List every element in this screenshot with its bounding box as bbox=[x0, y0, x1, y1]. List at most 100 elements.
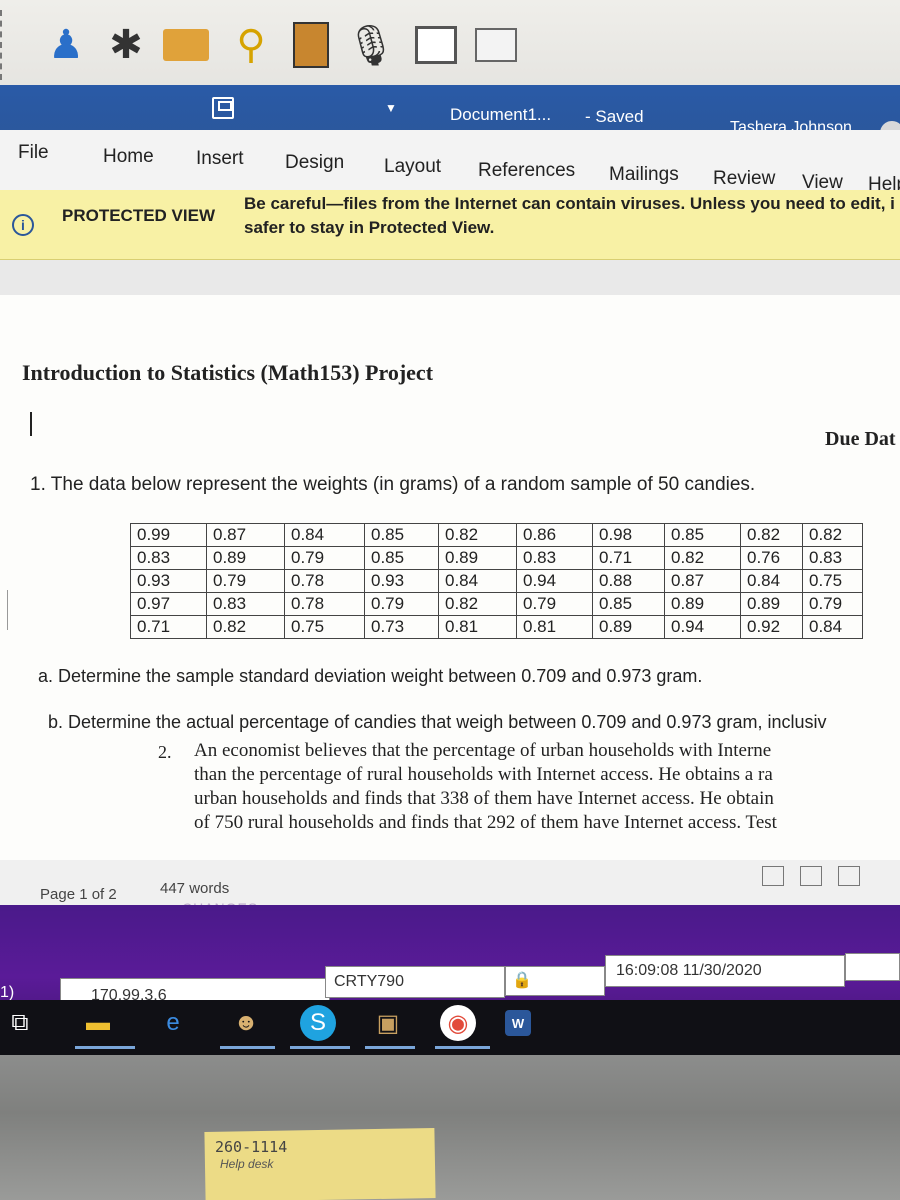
user-icon[interactable]: ♟ bbox=[40, 15, 92, 75]
taskbar-indicator bbox=[75, 1046, 135, 1049]
read-mode-icon[interactable] bbox=[762, 866, 784, 886]
protected-view-message-line2: safer to stay in Protected View. bbox=[244, 218, 495, 237]
table-cell: 0.73 bbox=[364, 615, 439, 639]
margin-marker bbox=[0, 590, 8, 630]
candy-weights-table: 0.99 0.87 0.84 0.85 0.82 0.86 0.98 0.85 0.82 0.82… bbox=[130, 523, 863, 639]
chrome-icon[interactable]: ◉ bbox=[440, 1005, 476, 1041]
table-cell: 0.94 bbox=[516, 569, 593, 593]
lock-icon: 🔒 bbox=[512, 972, 532, 989]
table-cell: 0.79 bbox=[516, 592, 593, 616]
chart-icon[interactable] bbox=[470, 15, 522, 75]
microphone-icon[interactable]: 🎙 bbox=[345, 15, 397, 75]
table-cell: 0.84 bbox=[438, 569, 517, 593]
table-cell: 0.75 bbox=[802, 569, 863, 593]
question-1-text: 1. The data below represent the weights … bbox=[30, 474, 756, 495]
table-cell: 0.89 bbox=[438, 546, 517, 570]
status-bar: Page 1 of 2 447 words ΓΓ† CHANGES bbox=[0, 860, 900, 918]
info-icon: i bbox=[12, 214, 34, 236]
question-1a-text: a. Determine the sample standard deviati… bbox=[38, 666, 703, 686]
tab-home[interactable]: Home bbox=[103, 146, 154, 168]
table-cell: 0.82 bbox=[206, 615, 285, 639]
file-explorer-icon[interactable]: ▬ bbox=[80, 1005, 116, 1041]
tab-file[interactable]: File bbox=[18, 142, 49, 164]
table-cell: 0.79 bbox=[284, 546, 365, 570]
table-cell: 0.98 bbox=[592, 523, 665, 547]
tab-design[interactable]: Design bbox=[285, 152, 344, 174]
protected-view-bar: i PROTECTED VIEW Be careful—files from t… bbox=[0, 190, 900, 260]
web-layout-icon[interactable] bbox=[838, 866, 860, 886]
tab-insert[interactable]: Insert bbox=[196, 148, 244, 170]
table-cell: 0.84 bbox=[802, 615, 863, 639]
table-cell: 0.87 bbox=[664, 569, 741, 593]
tab-layout[interactable]: Layout bbox=[384, 156, 441, 178]
ribbon-tabs: File Home Insert Design Layout Reference… bbox=[0, 130, 900, 195]
save-icon[interactable] bbox=[212, 97, 234, 119]
due-date-label: Due Dat bbox=[825, 428, 896, 450]
table-cell: 0.83 bbox=[802, 546, 863, 570]
task-view-icon[interactable]: ⧉ bbox=[2, 1005, 38, 1041]
table-cell: 0.84 bbox=[740, 569, 803, 593]
table-cell: 0.86 bbox=[516, 523, 593, 547]
word-count[interactable]: 447 words bbox=[160, 880, 229, 897]
table-cell: 0.81 bbox=[438, 615, 517, 639]
table-cell: 0.93 bbox=[130, 569, 207, 593]
skype-icon[interactable]: S bbox=[300, 1005, 336, 1041]
tree-icon[interactable]: ✱ bbox=[100, 15, 152, 75]
taskbar-indicator bbox=[220, 1046, 275, 1049]
table-cell: 0.83 bbox=[206, 592, 285, 616]
table-row: 0.83 0.89 0.79 0.85 0.89 0.83 0.71 0.82 0.76 0.83 bbox=[130, 546, 863, 570]
page-count[interactable]: Page 1 of 2 bbox=[40, 886, 117, 903]
table-row: 0.97 0.83 0.78 0.79 0.82 0.79 0.85 0.89 0.89 0.79 bbox=[130, 592, 863, 616]
protected-view-message-line1: Be careful—files from the Internet can c… bbox=[244, 194, 895, 213]
table-cell: 0.89 bbox=[592, 615, 665, 639]
table-cell: 0.82 bbox=[438, 523, 517, 547]
word-icon[interactable]: W bbox=[505, 1010, 531, 1036]
sticky-note-label: Help desk bbox=[220, 1157, 274, 1171]
taskbar-indicator bbox=[435, 1046, 490, 1049]
search-icon[interactable]: ⚲ bbox=[225, 15, 277, 75]
table-cell: 0.71 bbox=[592, 546, 665, 570]
table-cell: 0.82 bbox=[438, 592, 517, 616]
document-name: Document1... bbox=[450, 105, 552, 124]
save-status: - Saved bbox=[585, 107, 644, 126]
whiteboard-icon[interactable] bbox=[410, 15, 462, 75]
taskbar-indicator bbox=[290, 1046, 350, 1049]
tab-mailings[interactable]: Mailings bbox=[609, 164, 679, 186]
quick-access-dropdown-icon[interactable]: ▼ bbox=[385, 101, 397, 115]
document-icon[interactable] bbox=[285, 15, 337, 75]
table-cell: 0.92 bbox=[740, 615, 803, 639]
computer-name: CRTY790 bbox=[325, 966, 505, 998]
tab-review[interactable]: Review bbox=[713, 168, 775, 190]
table-cell: 0.71 bbox=[130, 615, 207, 639]
question-2-line: of 750 rural households and finds that 2… bbox=[194, 812, 777, 833]
package-icon[interactable]: ▣ bbox=[370, 1005, 406, 1041]
edge-icon[interactable]: e bbox=[155, 1005, 191, 1041]
table-cell: 0.85 bbox=[364, 523, 439, 547]
dashed-edge bbox=[0, 10, 8, 80]
person-icon[interactable]: ☻ bbox=[228, 1005, 264, 1041]
table-cell: 0.79 bbox=[206, 569, 285, 593]
table-cell: 0.75 bbox=[284, 615, 365, 639]
table-cell: 0.78 bbox=[284, 569, 365, 593]
question-1b-text: b. Determine the actual percentage of ca… bbox=[48, 712, 827, 732]
table-cell: 0.93 bbox=[364, 569, 439, 593]
table-cell: 0.89 bbox=[206, 546, 285, 570]
table-cell: 0.82 bbox=[664, 546, 741, 570]
table-cell: 0.85 bbox=[364, 546, 439, 570]
print-layout-icon[interactable] bbox=[800, 866, 822, 886]
table-cell: 0.78 bbox=[284, 592, 365, 616]
table-row: 0.71 0.82 0.75 0.73 0.81 0.81 0.89 0.94 0.92 0.84 bbox=[130, 615, 863, 639]
taskbar-indicator bbox=[365, 1046, 415, 1049]
table-cell: 0.79 bbox=[364, 592, 439, 616]
folder-icon[interactable] bbox=[160, 15, 212, 75]
table-row: 0.93 0.79 0.78 0.93 0.84 0.94 0.88 0.87 0.84 0.75 bbox=[130, 569, 863, 593]
table-cell: 0.83 bbox=[130, 546, 207, 570]
tab-references[interactable]: References bbox=[478, 160, 575, 182]
protected-view-label: PROTECTED VIEW bbox=[62, 206, 216, 225]
table-cell: 0.82 bbox=[802, 523, 863, 547]
table-cell: 0.83 bbox=[516, 546, 593, 570]
table-cell: 0.84 bbox=[284, 523, 365, 547]
sticky-note-phone: 260-1114 bbox=[215, 1138, 288, 1156]
question-2-line: than the percentage of rural households … bbox=[194, 764, 773, 785]
table-cell: 0.89 bbox=[740, 592, 803, 616]
